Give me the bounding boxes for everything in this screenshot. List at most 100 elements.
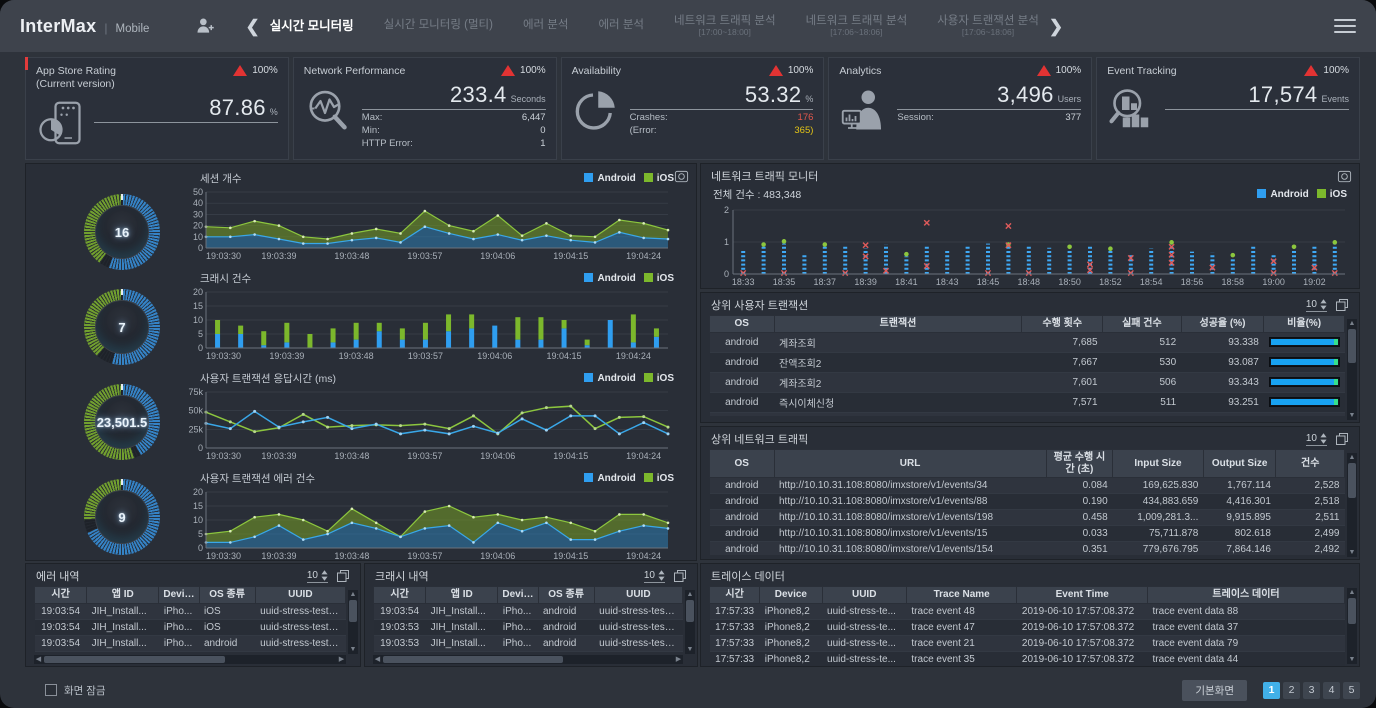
snapshot-icon[interactable] [1337, 169, 1352, 184]
page-size-stepper[interactable]: 10 [1306, 433, 1327, 446]
copy-icon[interactable] [673, 569, 687, 583]
column-header[interactable]: Device [760, 587, 822, 604]
column-header[interactable]: Device [159, 587, 199, 604]
column-header[interactable]: 트레이스 데이터 [1148, 587, 1345, 604]
table-row[interactable]: 17:57:33iPhone8,2uuid-stress-te...trace … [710, 651, 1345, 666]
column-header[interactable]: 실패 건수 [1103, 316, 1182, 333]
column-header[interactable]: Trace Name [906, 587, 1017, 604]
page-size-stepper[interactable]: 10 [644, 570, 665, 583]
table-row[interactable]: 19:03:54JIH_Install...iPho...iOSuuid-str… [35, 651, 346, 652]
column-header[interactable]: 평균 수행 시간 (초) [1046, 450, 1113, 478]
column-header[interactable]: 트랜잭션 [774, 316, 1022, 333]
table-row[interactable]: 19:03:54JIH_Install...iPho...androiduuid… [35, 635, 346, 651]
chevron-left-icon[interactable]: ❮ [245, 18, 259, 35]
vertical-scrollbar[interactable]: ▲▼ [1347, 453, 1357, 557]
column-header[interactable]: 성공율 (%) [1181, 316, 1264, 333]
column-header[interactable]: OS 종류 [199, 587, 255, 604]
svg-text:19:03:39: 19:03:39 [261, 551, 296, 561]
column-header[interactable]: 건수 [1276, 450, 1345, 478]
tab-1[interactable]: 실시간 모니터링 (멀티) [384, 19, 493, 32]
tab-3[interactable]: 에러 분석 [598, 19, 644, 32]
page-size-stepper[interactable]: 10 [1306, 299, 1327, 312]
horizontal-scrollbar[interactable]: ◀▶ [373, 655, 683, 664]
column-header[interactable]: UUID [255, 587, 345, 604]
vertical-scrollbar[interactable]: ▲▼ [685, 590, 695, 654]
table-row[interactable]: androidhttp://10.10.31.108:8080/imxstore… [710, 542, 1345, 556]
vertical-scrollbar[interactable]: ▲▼ [348, 590, 358, 654]
column-header[interactable]: Input Size [1113, 450, 1204, 478]
page-button-1[interactable]: 1 [1263, 682, 1280, 699]
tab-2[interactable]: 에러 분석 [523, 19, 569, 32]
add-user-icon[interactable] [195, 16, 215, 36]
tab-5[interactable]: 네트워크 트래픽 분석[17:06~18:06] [806, 15, 908, 38]
menu-icon[interactable] [1334, 15, 1356, 37]
trace-data-panel: 트레이스 데이터 시간DeviceUUIDTrace NameEvent Tim… [700, 563, 1360, 667]
screen-lock-checkbox[interactable]: 화면 잠금 [45, 683, 106, 698]
kpi-card-3: Analytics100%3,496UsersSession:377 [828, 57, 1092, 160]
table-row[interactable]: android계좌조회7,68551293.338 [710, 332, 1345, 352]
horizontal-scrollbar[interactable]: ◀▶ [34, 655, 346, 664]
vertical-scrollbar[interactable]: ▲▼ [1347, 319, 1357, 420]
checkbox-icon [45, 684, 57, 696]
column-header[interactable]: 수행 횟수 [1022, 316, 1103, 333]
table-row[interactable]: 19:03:53JIH_Install...iPho...androiduuid… [374, 619, 683, 635]
chart-legend: AndroidiOS [1257, 189, 1347, 200]
column-header[interactable]: 비율(%) [1264, 316, 1345, 333]
column-header[interactable]: 시간 [710, 587, 760, 604]
table-row[interactable]: androidhttp://10.10.31.108:8080/imxstore… [710, 526, 1345, 542]
copy-icon[interactable] [1335, 432, 1349, 446]
page-button-5[interactable]: 5 [1343, 682, 1360, 699]
tab-4[interactable]: 네트워크 트래픽 분석[17:00~18:00] [674, 15, 776, 38]
table-row[interactable]: androidhttp://10.10.31.108:8080/imxstore… [710, 478, 1345, 494]
page-button-4[interactable]: 4 [1323, 682, 1340, 699]
page-size-stepper[interactable]: 10 [307, 570, 328, 583]
kpi-status: 100% [1304, 65, 1349, 78]
table-row[interactable]: android즉시이체신청7,57151193.251 [710, 392, 1345, 412]
column-header[interactable]: OS [710, 316, 775, 333]
svg-text:75k: 75k [188, 387, 203, 397]
page-button-3[interactable]: 3 [1303, 682, 1320, 699]
vertical-scrollbar[interactable]: ▲▼ [1347, 588, 1357, 664]
copy-icon[interactable] [336, 569, 350, 583]
default-screen-button[interactable]: 기본화면 [1182, 680, 1247, 701]
copy-icon[interactable] [1335, 298, 1349, 312]
table-row[interactable]: 19:03:54JIH_Install...iPho...iOSuuid-str… [35, 619, 346, 635]
column-header[interactable]: 앱 ID [87, 587, 159, 604]
column-header[interactable]: UUID [822, 587, 906, 604]
ios-legend-swatch [644, 173, 653, 182]
table-row[interactable]: android통장조회7,55252393.075 [710, 412, 1345, 416]
svg-text:19:03:57: 19:03:57 [407, 551, 442, 561]
table-row[interactable]: 19:03:54JIH_Install...iPho...androiduuid… [374, 603, 683, 619]
chart-sessions: 0102030405019:03:3019:03:3919:03:4819:03… [176, 187, 676, 263]
column-header[interactable]: 시간 [35, 587, 87, 604]
table-row[interactable]: 17:57:33iPhone8,2uuid-stress-te...trace … [710, 603, 1345, 619]
chart-legend: AndroidiOS [584, 173, 674, 184]
column-header[interactable]: Event Time [1017, 587, 1148, 604]
table-row[interactable]: 17:57:33iPhone8,2uuid-stress-te...trace … [710, 619, 1345, 635]
table-row[interactable]: 19:03:53JIH_Install...iPho...androiduuid… [374, 651, 683, 652]
chevron-right-icon[interactable]: ❯ [1049, 18, 1063, 35]
svg-text:10: 10 [193, 315, 203, 325]
column-header[interactable]: OS [710, 450, 775, 478]
tab-0[interactable]: 실시간 모니터링 [270, 19, 354, 33]
table-row[interactable]: 19:03:54JIH_Install...iPho...iOSuuid-str… [35, 603, 346, 619]
column-header[interactable]: 시간 [374, 587, 426, 604]
column-header[interactable]: 앱 ID [426, 587, 498, 604]
column-header[interactable]: URL [774, 450, 1046, 478]
page-button-2[interactable]: 2 [1283, 682, 1300, 699]
table-row[interactable]: android잔액조회27,66753093.087 [710, 352, 1345, 372]
top_transactions-grid: OS트랜잭션수행 횟수실패 건수성공율 (%)비율(%)android계좌조회7… [709, 315, 1345, 416]
column-header[interactable]: Device [498, 587, 538, 604]
column-header[interactable]: Output Size [1203, 450, 1276, 478]
column-header[interactable]: UUID [594, 587, 682, 604]
column-header[interactable]: OS 종류 [538, 587, 594, 604]
table-row[interactable]: androidhttp://10.10.31.108:8080/imxstore… [710, 510, 1345, 526]
table-row[interactable]: androidhttp://10.10.31.108:8080/imxstore… [710, 494, 1345, 510]
tab-6[interactable]: 사용자 트랜잭션 분석[17:06~18:06] [937, 15, 1039, 38]
svg-text:18:54: 18:54 [1140, 277, 1163, 287]
table-row[interactable]: 19:03:53JIH_Install...iPho...androiduuid… [374, 635, 683, 651]
android-legend-swatch [584, 473, 593, 482]
table-row[interactable]: 17:57:33iPhone8,2uuid-stress-te...trace … [710, 635, 1345, 651]
svg-text:15: 15 [193, 301, 203, 311]
table-row[interactable]: android계좌조회27,60150693.343 [710, 372, 1345, 392]
